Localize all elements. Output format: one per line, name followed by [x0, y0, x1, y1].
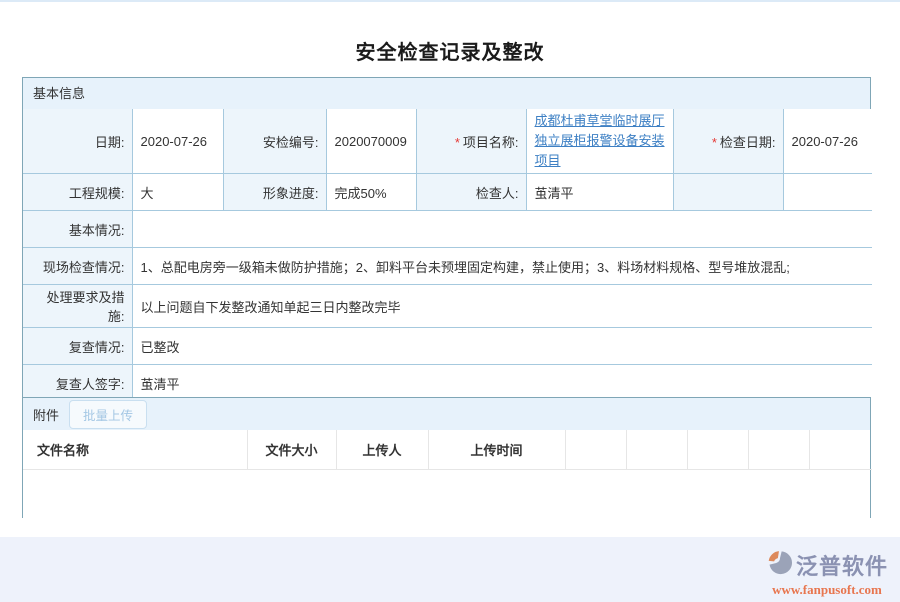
column-header-empty	[565, 430, 626, 469]
column-header-uploader: 上传人	[336, 430, 428, 469]
basic-info-section-header: 基本信息	[23, 78, 870, 109]
basic-situation-value	[132, 211, 872, 248]
table-row: 现场检查情况: 1、总配电房旁一级箱未做防护措施；2、卸料平台未预埋固定构建，禁…	[23, 248, 872, 285]
fanpu-logo-icon	[766, 549, 793, 581]
empty-label-cell	[673, 174, 783, 211]
column-header-file-size: 文件大小	[247, 430, 336, 469]
site-check-value: 1、总配电房旁一级箱未做防护措施；2、卸料平台未预埋固定构建，禁止使用；3、料场…	[132, 248, 872, 285]
empty-value-cell	[783, 174, 872, 211]
basic-info-section: 基本信息 日期: 2020-07-26 安检编号: 2020070009 *项目…	[22, 77, 871, 403]
column-header-empty	[748, 430, 809, 469]
page-footer: 泛普软件 www.fanpusoft.com	[0, 537, 900, 602]
recheck-status-value: 已整改	[132, 328, 872, 365]
brand-logo: 泛普软件 www.fanpusoft.com	[766, 549, 888, 598]
inspection-no-label: 安检编号:	[223, 109, 326, 174]
site-check-label: 现场检查情况:	[23, 248, 132, 285]
column-header-empty	[626, 430, 687, 469]
attachments-empty-area	[23, 470, 870, 518]
attachments-section-header: 附件 批量上传	[23, 398, 870, 430]
measures-label: 处理要求及措施:	[23, 285, 132, 328]
project-scale-label: 工程规模:	[23, 174, 132, 211]
basic-info-table: 日期: 2020-07-26 安检编号: 2020070009 *项目名称: 成…	[23, 109, 872, 402]
basic-situation-label: 基本情况:	[23, 211, 132, 248]
attachments-section: 附件 批量上传 文件名称 文件大小 上传人 上传时间	[22, 397, 871, 518]
project-name-cell: 成都杜甫草堂临时展厅独立展柜报警设备安装项目	[526, 109, 673, 174]
inspector-value: 茧清平	[526, 174, 673, 211]
inspection-no-value: 2020070009	[326, 109, 416, 174]
attachments-header-row: 文件名称 文件大小 上传人 上传时间	[23, 430, 872, 469]
progress-value: 完成50%	[326, 174, 416, 211]
batch-upload-button[interactable]: 批量上传	[69, 400, 147, 429]
date-value: 2020-07-26	[132, 109, 223, 174]
date-label: 日期:	[23, 109, 132, 174]
attachments-title: 附件	[33, 405, 59, 424]
brand-url: www.fanpusoft.com	[766, 582, 888, 598]
brand-name: 泛普软件	[796, 549, 888, 581]
recheck-status-label: 复查情况:	[23, 328, 132, 365]
progress-label: 形象进度:	[223, 174, 326, 211]
required-asterisk: *	[455, 135, 460, 150]
page-title: 安全检查记录及整改	[0, 36, 900, 65]
check-date-label: *检查日期:	[673, 109, 783, 174]
column-header-upload-time: 上传时间	[428, 430, 565, 469]
table-row: 工程规模: 大 形象进度: 完成50% 检查人: 茧清平	[23, 174, 872, 211]
project-name-link[interactable]: 成都杜甫草堂临时展厅独立展柜报警设备安装项目	[535, 111, 665, 171]
project-name-label: *项目名称:	[416, 109, 526, 174]
project-scale-value: 大	[132, 174, 223, 211]
table-row: 日期: 2020-07-26 安检编号: 2020070009 *项目名称: 成…	[23, 109, 872, 174]
table-row: 处理要求及措施: 以上问题自下发整改通知单起三日内整改完毕	[23, 285, 872, 328]
table-row: 复查情况: 已整改	[23, 328, 872, 365]
column-header-file-name: 文件名称	[23, 430, 247, 469]
column-header-empty	[687, 430, 748, 469]
required-asterisk: *	[712, 135, 717, 150]
column-header-empty	[809, 430, 872, 469]
inspector-label: 检查人:	[416, 174, 526, 211]
measures-value: 以上问题自下发整改通知单起三日内整改完毕	[132, 285, 872, 328]
check-date-value: 2020-07-26	[783, 109, 872, 174]
attachments-table: 文件名称 文件大小 上传人 上传时间	[23, 430, 872, 470]
table-row: 基本情况:	[23, 211, 872, 248]
